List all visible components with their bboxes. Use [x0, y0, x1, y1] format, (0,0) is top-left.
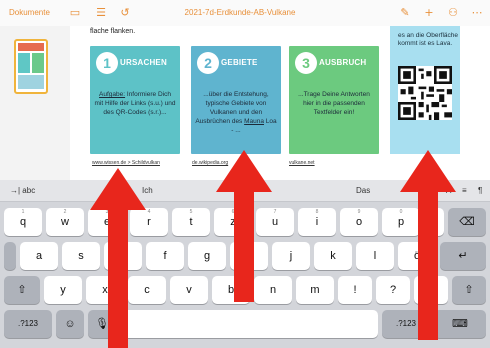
- key-i[interactable]: 8i: [298, 208, 336, 236]
- red-arrow-1: [90, 168, 146, 348]
- tab-abc-suggestion[interactable]: →| abc: [10, 186, 35, 195]
- card-title: AUSBRUCH: [319, 58, 367, 67]
- sidebar-icon[interactable]: ▭: [68, 6, 82, 20]
- card-ausbruch[interactable]: 3 AUSBRUCH ...Trage Deine Antworten hier…: [289, 46, 379, 154]
- add-icon[interactable]: +: [422, 6, 436, 20]
- side-text: es an die Oberfläche kommt ist es Lava.: [398, 32, 458, 47]
- mauna-link[interactable]: Mauna: [244, 118, 264, 125]
- key-spacer: [4, 242, 16, 270]
- card-ursachen[interactable]: 1 URSACHEN Aufgabe: Informiere Dich mit …: [90, 46, 180, 154]
- key-o[interactable]: 9o: [340, 208, 378, 236]
- red-arrow-3: [400, 150, 456, 340]
- key-m[interactable]: m: [296, 276, 334, 304]
- link-vulkane[interactable]: vulkane.net: [289, 160, 315, 166]
- paragraph-icon[interactable]: ¶: [478, 186, 482, 195]
- list-icon[interactable]: ☰: [94, 6, 108, 20]
- key-f[interactable]: f: [146, 242, 184, 270]
- shift-key-left[interactable]: ⇧: [4, 276, 40, 304]
- key-exclaim[interactable]: !: [338, 276, 372, 304]
- page-thumbnails: [0, 26, 70, 180]
- brush-icon[interactable]: ✎: [398, 6, 412, 20]
- key-v[interactable]: v: [170, 276, 208, 304]
- card-number: 1: [96, 52, 118, 74]
- key-j[interactable]: j: [272, 242, 310, 270]
- app-toolbar: Dokumente ▭ ☰ ↺ 2021-7d-Erdkunde-AB-Vulk…: [0, 0, 490, 26]
- emoji-key[interactable]: ☺: [56, 310, 84, 338]
- card-lava[interactable]: es an die Oberfläche kommt ist es Lava.: [390, 26, 460, 154]
- shift-icon: ⇧: [464, 284, 474, 296]
- undo-icon[interactable]: ↺: [118, 6, 132, 20]
- key-q[interactable]: 1q: [4, 208, 42, 236]
- card-body: ...Trage Deine Antworten hier in die pas…: [298, 91, 370, 116]
- return-icon: ↵: [458, 250, 468, 262]
- emoji-icon: ☺: [64, 318, 76, 330]
- backspace-icon: ⌫: [459, 216, 475, 228]
- key-w[interactable]: 2w: [46, 208, 84, 236]
- documents-button[interactable]: Dokumente: [9, 8, 50, 17]
- ipad-screen: Dokumente ▭ ☰ ↺ 2021-7d-Erdkunde-AB-Vulk…: [0, 0, 490, 348]
- numbers-key-left[interactable]: .?123: [4, 310, 52, 338]
- card-gebiete[interactable]: 2 GEBIETE ...über die Entstehung, typisc…: [191, 46, 281, 154]
- share-user-icon[interactable]: ⚇: [446, 6, 460, 20]
- qr-code-icon[interactable]: [398, 66, 452, 120]
- key-t[interactable]: 5t: [172, 208, 210, 236]
- key-a[interactable]: a: [20, 242, 58, 270]
- card-body: ...über die Entstehung, typische Gebiete…: [195, 91, 277, 134]
- key-y[interactable]: y: [44, 276, 82, 304]
- space-bar[interactable]: [120, 310, 378, 338]
- shift-icon: ⇧: [17, 284, 27, 296]
- key-k[interactable]: k: [314, 242, 352, 270]
- link-wissen[interactable]: www.wissen.de > Schildvulkan: [92, 160, 160, 166]
- card-title: GEBIETE: [221, 58, 258, 67]
- card-body: Aufgabe: Informiere Dich mit Hilfe der L…: [94, 91, 176, 116]
- aufgabe-link[interactable]: Aufgabe:: [99, 91, 125, 98]
- card-number: 2: [197, 52, 219, 74]
- key-l[interactable]: l: [356, 242, 394, 270]
- intro-text: flache flanken.: [90, 28, 136, 35]
- card-number: 3: [295, 52, 317, 74]
- document-title: 2021-7d-Erdkunde-AB-Vulkane: [184, 8, 296, 17]
- card-title: URSACHEN: [120, 58, 167, 67]
- red-arrow-2: [216, 150, 272, 302]
- more-icon[interactable]: ⋯: [470, 6, 484, 20]
- suggestion-das[interactable]: Das: [356, 186, 370, 195]
- align-icon[interactable]: ≡: [462, 186, 467, 195]
- page-thumbnail[interactable]: [14, 39, 48, 94]
